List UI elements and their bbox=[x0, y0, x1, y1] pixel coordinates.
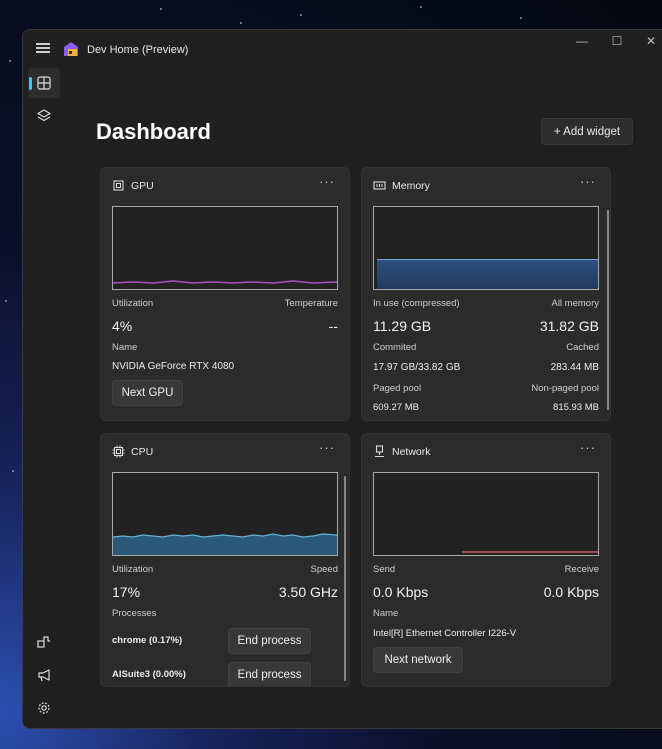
gpu-name-value: NVIDIA GeForce RTX 4080 bbox=[112, 361, 235, 372]
extensions-icon bbox=[37, 636, 50, 648]
more-options-button[interactable]: ··· bbox=[580, 174, 596, 189]
star bbox=[9, 60, 11, 62]
cpu-widget: CPU ··· Utilization Speed 17% 3.50 GHz P… bbox=[100, 433, 350, 687]
star bbox=[12, 470, 14, 472]
widget-title: Memory bbox=[392, 180, 430, 192]
utilization-value: 4% bbox=[112, 318, 133, 334]
process-name: AISuite3 (0.00%) bbox=[112, 669, 186, 680]
utilization-value: 17% bbox=[112, 584, 141, 600]
temperature-label: Temperature bbox=[284, 298, 338, 309]
memory-chart bbox=[373, 206, 599, 290]
network-send-line bbox=[462, 551, 598, 553]
receive-label: Receive bbox=[564, 564, 599, 575]
widget-title: CPU bbox=[131, 446, 154, 458]
non-paged-pool-value: 815.93 MB bbox=[553, 402, 599, 413]
megaphone-icon bbox=[38, 669, 50, 682]
nav-item-extensions[interactable] bbox=[28, 626, 60, 656]
add-widget-button[interactable]: + Add widget bbox=[541, 118, 633, 145]
scrollbar[interactable] bbox=[344, 476, 346, 681]
more-options-button[interactable]: ··· bbox=[580, 440, 596, 455]
speed-label: Speed bbox=[310, 564, 338, 575]
network-icon bbox=[375, 445, 384, 458]
end-process-button[interactable]: End process bbox=[228, 628, 311, 654]
star bbox=[240, 22, 242, 24]
cpu-icon bbox=[112, 445, 125, 458]
receive-value: 0.0 Kbps bbox=[543, 584, 599, 600]
inuse-label: In use (compressed) bbox=[373, 298, 460, 309]
end-process-button[interactable]: End process bbox=[228, 662, 311, 686]
cached-label: Cached bbox=[566, 342, 599, 353]
dashboard-icon bbox=[37, 76, 51, 90]
processes-label: Processes bbox=[112, 608, 157, 619]
menu-icon[interactable] bbox=[36, 42, 50, 54]
next-gpu-button[interactable]: Next GPU bbox=[112, 380, 183, 406]
title-bar: Dev Home (Preview) — ☐ ✕ bbox=[23, 30, 662, 68]
utilization-label: Utilization bbox=[112, 564, 154, 575]
temperature-value: -- bbox=[328, 318, 338, 334]
more-options-button[interactable]: ··· bbox=[319, 174, 335, 189]
cpu-chart bbox=[112, 472, 338, 556]
name-label: Name bbox=[112, 342, 138, 353]
inuse-value: 11.29 GB bbox=[373, 318, 432, 334]
nav-active-indicator bbox=[29, 77, 32, 90]
star bbox=[420, 6, 422, 8]
widget-title: GPU bbox=[131, 180, 154, 192]
app-title: Dev Home (Preview) bbox=[87, 44, 189, 56]
non-paged-pool-label: Non-paged pool bbox=[531, 383, 599, 394]
nav-item-dashboard[interactable] bbox=[28, 68, 60, 98]
memory-widget: Memory ··· In use (compressed) All memor… bbox=[361, 167, 611, 421]
process-name: chrome (0.17%) bbox=[112, 635, 183, 646]
star bbox=[520, 17, 522, 19]
speed-value: 3.50 GHz bbox=[278, 584, 338, 600]
chip-icon bbox=[113, 180, 124, 191]
committed-value: 17.97 GB/33.82 GB bbox=[373, 362, 461, 373]
send-value: 0.0 Kbps bbox=[373, 584, 429, 600]
star bbox=[160, 8, 162, 10]
all-memory-value: 31.82 GB bbox=[539, 318, 599, 334]
gpu-widget: GPU ··· Utilization Temperature 4% -- Na… bbox=[100, 167, 350, 421]
nav-item-feedback[interactable] bbox=[28, 660, 60, 690]
adapter-name-value: Intel[R] Ethernet Controller I226-V bbox=[373, 628, 517, 639]
nav-item-settings[interactable] bbox=[28, 693, 60, 723]
gpu-utilization-line bbox=[112, 280, 338, 284]
committed-label: Commited bbox=[373, 342, 417, 353]
gpu-chart bbox=[112, 206, 338, 290]
app-window: Dev Home (Preview) — ☐ ✕ Dashboard + Add… bbox=[22, 29, 662, 729]
widget-title: Network bbox=[392, 446, 431, 458]
scrollbar[interactable] bbox=[607, 210, 609, 410]
layers-icon bbox=[37, 109, 51, 122]
network-chart bbox=[373, 472, 599, 556]
send-label: Send bbox=[373, 564, 396, 575]
more-options-button[interactable]: ··· bbox=[319, 440, 335, 455]
cached-value: 283.44 MB bbox=[550, 362, 599, 373]
paged-pool-value: 609.27 MB bbox=[373, 402, 419, 413]
all-memory-label: All memory bbox=[551, 298, 599, 309]
dev-home-logo-icon bbox=[64, 42, 78, 56]
close-icon[interactable]: ✕ bbox=[642, 34, 660, 48]
maximize-icon[interactable]: ☐ bbox=[608, 34, 626, 48]
memory-usage-fill bbox=[377, 259, 598, 289]
utilization-label: Utilization bbox=[112, 298, 154, 309]
memory-icon bbox=[373, 181, 386, 190]
name-label: Name bbox=[373, 608, 399, 619]
minimize-icon[interactable]: — bbox=[573, 34, 591, 48]
gear-icon bbox=[38, 702, 50, 714]
next-network-button[interactable]: Next network bbox=[373, 647, 463, 673]
star bbox=[300, 14, 302, 16]
network-widget: Network ··· Send Receive 0.0 Kbps 0.0 Kb… bbox=[361, 433, 611, 687]
nav-item-environments[interactable] bbox=[28, 101, 60, 131]
paged-pool-label: Paged pool bbox=[373, 383, 422, 394]
page-title: Dashboard bbox=[96, 119, 211, 144]
star bbox=[5, 300, 7, 302]
cpu-utilization-area bbox=[112, 533, 338, 555]
